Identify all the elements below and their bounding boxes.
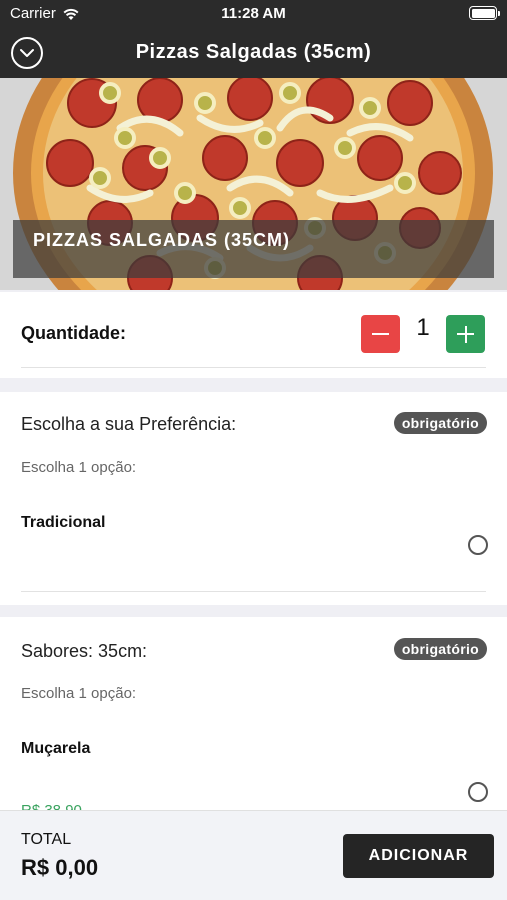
- navigation-bar: Pizzas Salgadas (35cm): [0, 28, 507, 78]
- add-to-cart-button[interactable]: ADICIONAR: [343, 834, 494, 878]
- product-hero: PIZZAS SALGADAS (35CM): [0, 78, 507, 290]
- quantity-card: Quantidade: 1: [0, 292, 507, 378]
- option-label[interactable]: Tradicional: [21, 514, 105, 532]
- option-label[interactable]: Muçarela: [21, 740, 90, 758]
- quantity-value: 1: [416, 314, 430, 341]
- preference-section: Escolha a sua Preferência: obrigatório E…: [0, 392, 507, 605]
- page-title: Pizzas Salgadas (35cm): [135, 41, 372, 63]
- required-badge: obrigatório: [393, 638, 487, 660]
- status-time: 11:28 AM: [221, 5, 286, 22]
- status-bar: Carrier 11:28 AM: [0, 0, 507, 28]
- total-label: TOTAL: [21, 831, 72, 848]
- total-value: R$ 0,00: [21, 855, 99, 880]
- quantity-label: Quantidade:: [21, 323, 127, 343]
- flavors-section: Sabores: 35cm: obrigatório Escolha 1 opç…: [0, 617, 507, 819]
- section-hint: Escolha 1 opção:: [21, 459, 137, 476]
- option-radio[interactable]: [468, 535, 488, 555]
- decrease-quantity-button[interactable]: [361, 315, 400, 353]
- order-footer: TOTAL R$ 0,00 ADICIONAR: [0, 810, 507, 900]
- divider: [21, 591, 486, 592]
- required-badge: obrigatório: [393, 412, 487, 434]
- divider: [21, 367, 486, 368]
- battery-icon: [469, 6, 500, 20]
- option-radio[interactable]: [468, 782, 488, 802]
- section-title: Escolha a sua Preferência:: [21, 414, 237, 434]
- section-title: Sabores: 35cm:: [21, 641, 148, 661]
- increase-quantity-button[interactable]: [446, 315, 485, 353]
- product-name-banner: PIZZAS SALGADAS (35CM): [13, 220, 494, 278]
- section-hint: Escolha 1 opção:: [21, 685, 137, 702]
